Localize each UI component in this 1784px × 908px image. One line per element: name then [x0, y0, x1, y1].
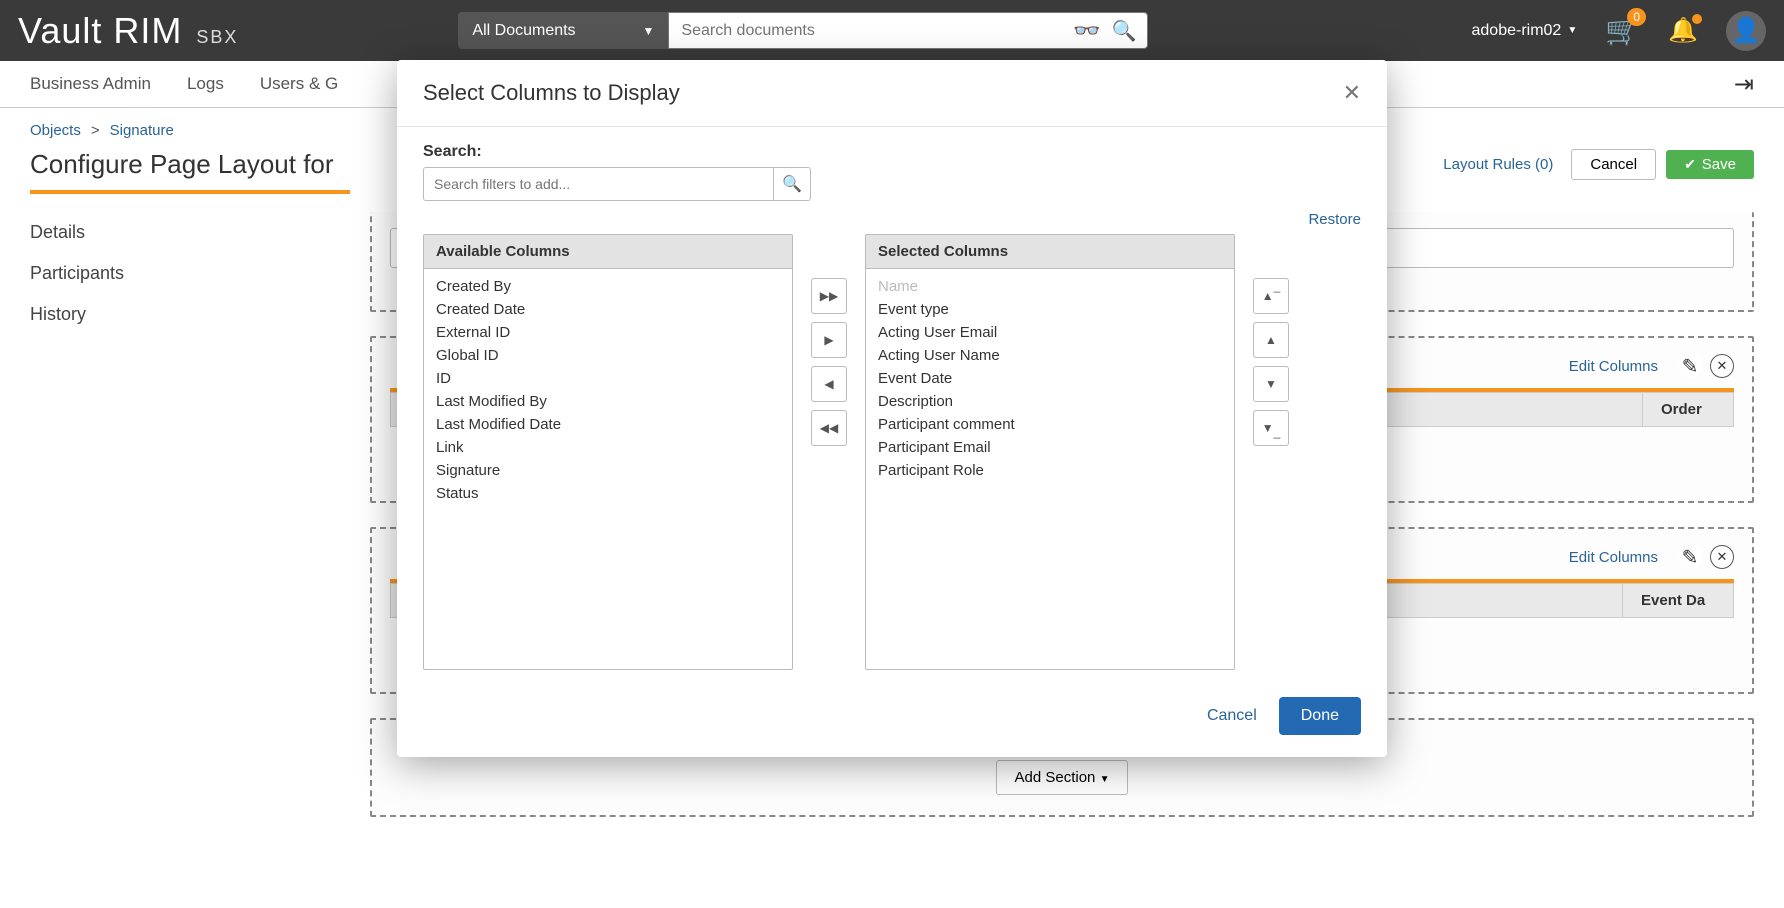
move-top-button[interactable]: ▲_	[1253, 278, 1289, 314]
move-all-left-button[interactable]: ◀◀	[811, 410, 847, 446]
cancel-button[interactable]: Cancel	[1571, 149, 1656, 180]
remove-section-icon[interactable]: ✕	[1710, 354, 1734, 378]
search-label: Search:	[423, 143, 1361, 161]
selected-item[interactable]: Acting User Email	[866, 321, 1234, 344]
search-icon[interactable]: 🔍	[773, 167, 811, 201]
avatar[interactable]: 👤	[1726, 11, 1766, 51]
select-columns-dialog: Select Columns to Display ✕ Search: 🔍 Re…	[397, 60, 1387, 757]
available-columns-list: Available Columns Created By Created Dat…	[423, 234, 793, 670]
selected-item[interactable]: Event type	[866, 298, 1234, 321]
cart-count-badge: 0	[1627, 8, 1646, 26]
binoculars-icon[interactable]: 👓	[1073, 18, 1100, 44]
move-right-button[interactable]: ▶	[811, 322, 847, 358]
selected-item[interactable]: Acting User Name	[866, 344, 1234, 367]
username: adobe-rim02	[1472, 22, 1562, 40]
cart-icon[interactable]: 🛒 0	[1605, 14, 1640, 47]
product-logo: Vault RIM SBX	[18, 10, 238, 52]
selected-item[interactable]: Event Date	[866, 367, 1234, 390]
available-item[interactable]: ID	[424, 367, 792, 390]
save-button[interactable]: ✔ Save	[1666, 150, 1754, 179]
active-tab-underline	[30, 190, 350, 194]
available-item[interactable]: Global ID	[424, 344, 792, 367]
document-scope-label: All Documents	[472, 22, 575, 40]
notifications-icon[interactable]: 🔔	[1668, 16, 1698, 45]
available-item[interactable]: Last Modified Date	[424, 413, 792, 436]
pencil-icon[interactable]: ✎	[1678, 545, 1702, 569]
dialog-title: Select Columns to Display	[423, 80, 680, 106]
chevron-down-icon: ▼	[643, 24, 655, 38]
save-label: Save	[1702, 156, 1736, 173]
restore-link[interactable]: Restore	[1308, 211, 1361, 228]
selected-columns-list: Selected Columns Name Event type Acting …	[865, 234, 1235, 670]
available-item[interactable]: Signature	[424, 459, 792, 482]
jump-to-icon[interactable]: ⇥	[1734, 70, 1754, 99]
selected-item[interactable]: Participant Role	[866, 459, 1234, 482]
chevron-down-icon: ▼	[1100, 774, 1110, 785]
move-up-button[interactable]: ▲	[1253, 322, 1289, 358]
document-scope-selector[interactable]: All Documents ▼	[458, 12, 668, 49]
available-item[interactable]: Created By	[424, 275, 792, 298]
section-details[interactable]: Details	[30, 212, 340, 253]
remove-section-icon[interactable]: ✕	[1710, 545, 1734, 569]
available-item[interactable]: Last Modified By	[424, 390, 792, 413]
close-icon[interactable]: ✕	[1343, 80, 1361, 106]
selected-columns-title: Selected Columns	[866, 235, 1234, 269]
add-section-label: Add Section	[1015, 769, 1096, 786]
search-icon[interactable]: 🔍	[1112, 18, 1137, 43]
breadcrumb-objects[interactable]: Objects	[30, 122, 81, 139]
dialog-cancel-button[interactable]: Cancel	[1203, 697, 1261, 735]
selected-item[interactable]: Participant comment	[866, 413, 1234, 436]
move-bottom-button[interactable]: ▼_	[1253, 410, 1289, 446]
available-item[interactable]: Created Date	[424, 298, 792, 321]
section-participants[interactable]: Participants	[30, 253, 340, 294]
check-icon: ✔	[1684, 156, 1696, 173]
col-order: Order	[1643, 393, 1733, 426]
env-badge: SBX	[196, 27, 238, 48]
column-search-input[interactable]	[423, 167, 773, 201]
layout-rules-link[interactable]: Layout Rules (0)	[1435, 150, 1561, 179]
product-name: Vault RIM	[18, 10, 182, 52]
page-title: Configure Page Layout for	[30, 149, 334, 180]
selected-item[interactable]: Name	[866, 275, 1234, 298]
user-menu[interactable]: adobe-rim02 ▼	[1472, 22, 1578, 40]
subnav-logs[interactable]: Logs	[187, 74, 224, 94]
selected-item[interactable]: Description	[866, 390, 1234, 413]
subnav-users[interactable]: Users & G	[260, 74, 338, 94]
chevron-down-icon: ▼	[1567, 25, 1577, 36]
notification-dot-icon	[1692, 14, 1702, 24]
available-item[interactable]: External ID	[424, 321, 792, 344]
add-section-button[interactable]: Add Section ▼	[996, 760, 1129, 795]
section-list: Details Participants History	[30, 212, 340, 817]
available-item[interactable]: Status	[424, 482, 792, 505]
section-history[interactable]: History	[30, 294, 340, 335]
move-down-button[interactable]: ▼	[1253, 366, 1289, 402]
pencil-icon[interactable]: ✎	[1678, 354, 1702, 378]
edit-columns-link-2[interactable]: Edit Columns	[1569, 358, 1658, 375]
move-left-button[interactable]: ◀	[811, 366, 847, 402]
edit-columns-link-3[interactable]: Edit Columns	[1569, 549, 1658, 566]
subnav-business-admin[interactable]: Business Admin	[30, 74, 151, 94]
available-item[interactable]: Link	[424, 436, 792, 459]
breadcrumb-signature[interactable]: Signature	[110, 122, 174, 139]
selected-item[interactable]: Participant Email	[866, 436, 1234, 459]
col-event-date: Event Da	[1623, 584, 1733, 617]
dialog-done-button[interactable]: Done	[1279, 697, 1361, 735]
breadcrumb-separator: >	[91, 122, 100, 139]
move-all-right-button[interactable]: ▶▶	[811, 278, 847, 314]
available-columns-title: Available Columns	[424, 235, 792, 269]
